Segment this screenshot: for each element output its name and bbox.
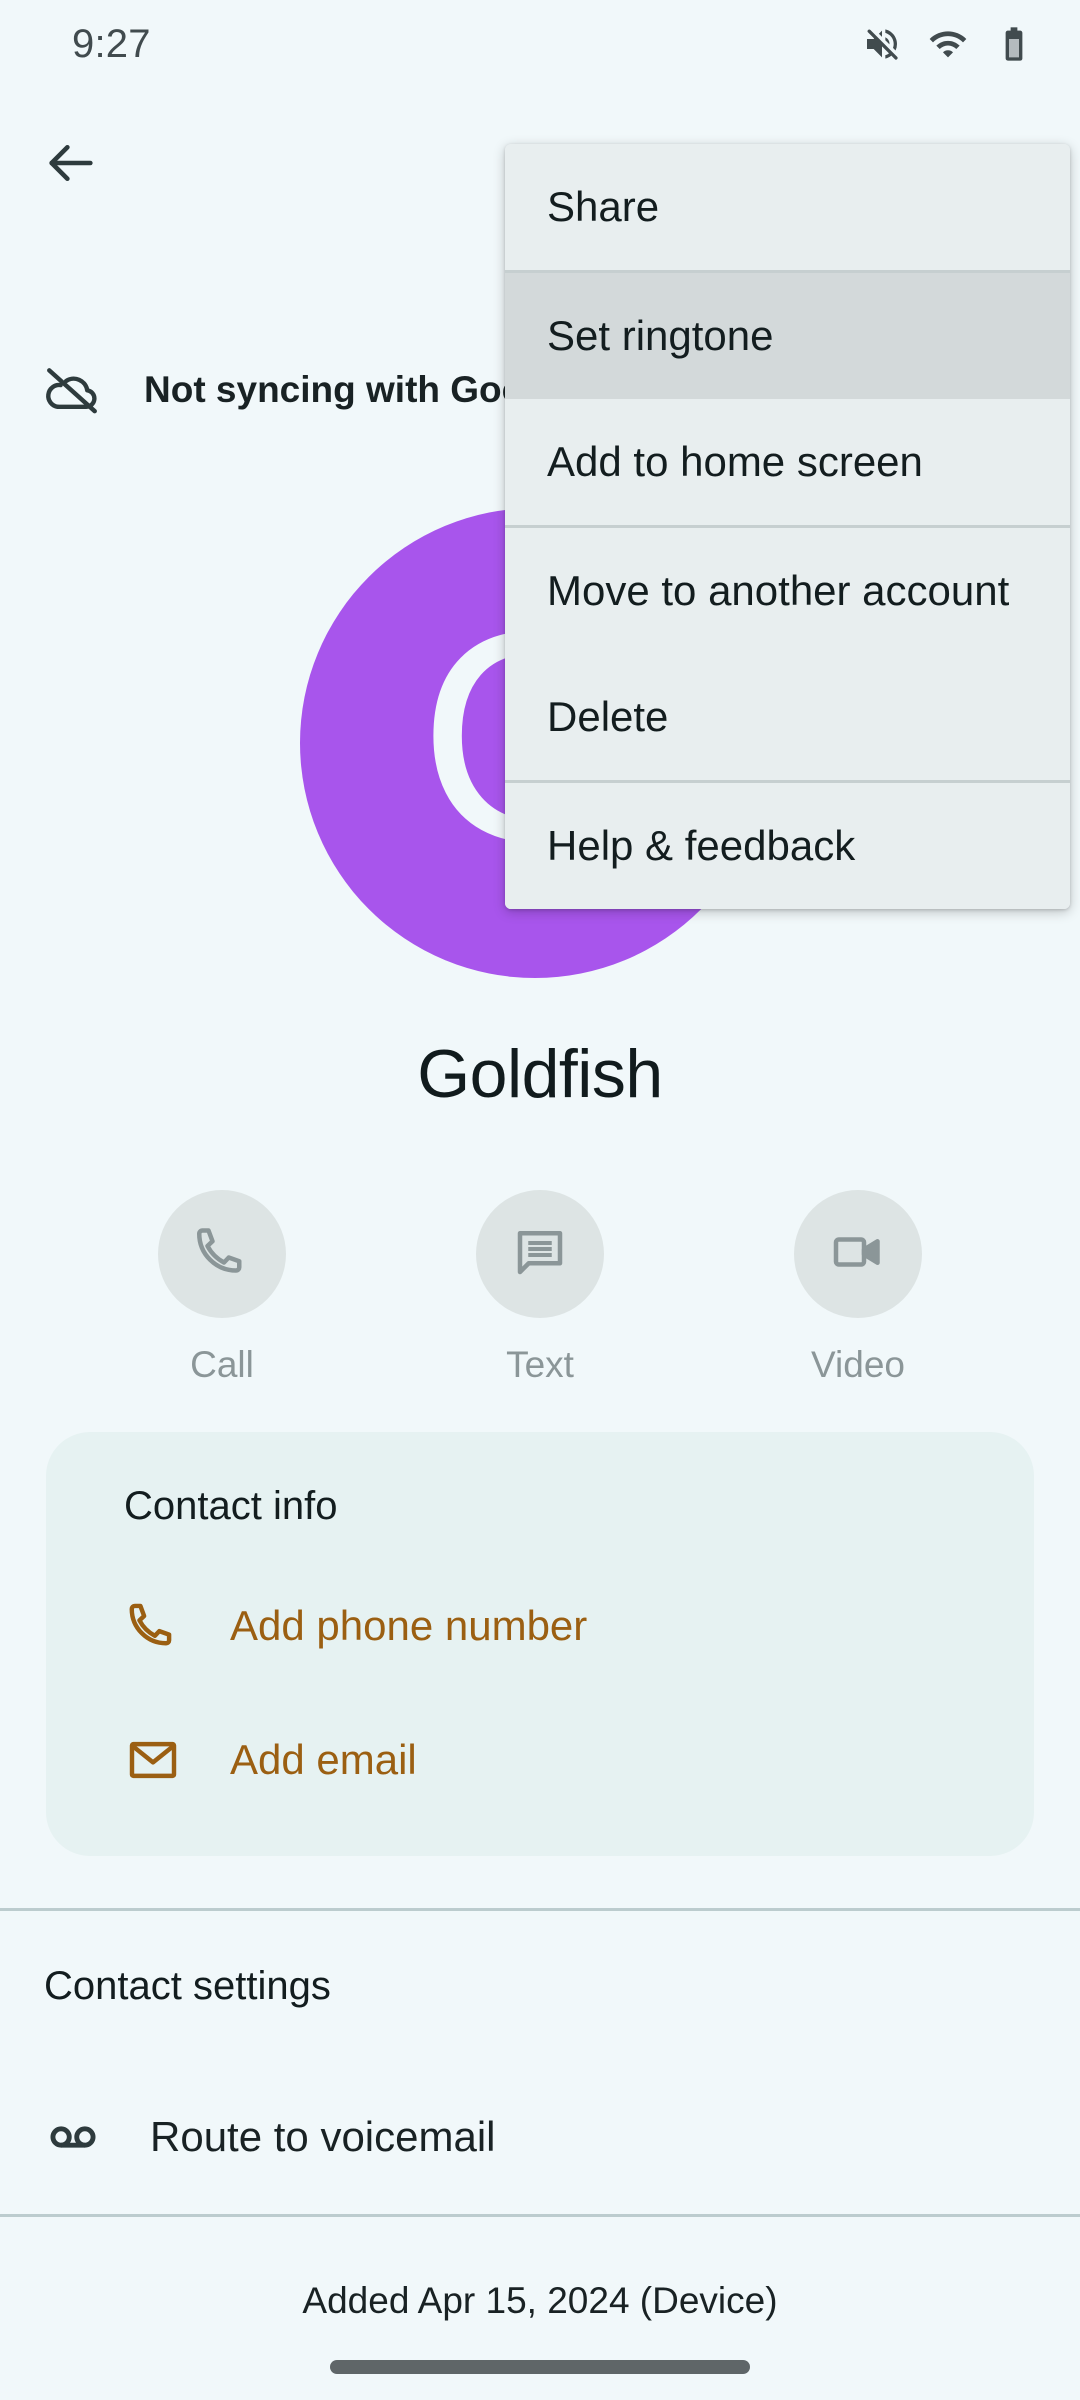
action-video-label: Video bbox=[811, 1344, 905, 1385]
menu-item-help-and-feedback[interactable]: Help & feedback bbox=[505, 783, 1070, 909]
battery-icon bbox=[994, 24, 1034, 64]
home-gesture-pill[interactable] bbox=[330, 2360, 750, 2374]
action-call[interactable]: Call bbox=[118, 1190, 326, 1386]
menu-item-share[interactable]: Share bbox=[505, 144, 1070, 270]
add-phone-number-row[interactable]: Add phone number bbox=[86, 1579, 994, 1673]
add-email-label: Add email bbox=[230, 1736, 417, 1783]
status-clock: 9:27 bbox=[72, 21, 151, 66]
add-email-row[interactable]: Add email bbox=[86, 1713, 994, 1807]
action-text-label: Text bbox=[506, 1344, 574, 1385]
route-to-voicemail-row[interactable]: Route to voicemail bbox=[0, 2085, 1080, 2189]
overflow-menu: Share Set ringtone Add to home screen Mo… bbox=[505, 144, 1070, 909]
quick-actions-row: Call Text Video bbox=[0, 1190, 1080, 1386]
divider-above-contact-settings bbox=[0, 1908, 1080, 1911]
action-call-circle[interactable] bbox=[158, 1190, 286, 1318]
volume-off-icon bbox=[862, 24, 902, 64]
divider-below-contact-settings bbox=[0, 2214, 1080, 2217]
action-video[interactable]: Video bbox=[754, 1190, 962, 1386]
menu-group-4: Help & feedback bbox=[505, 783, 1070, 909]
action-call-label: Call bbox=[190, 1344, 254, 1385]
contact-settings-title: Contact settings bbox=[44, 1964, 331, 2008]
menu-group-2: Set ringtone Add to home screen bbox=[505, 273, 1070, 525]
menu-item-move-to-another-account[interactable]: Move to another account bbox=[505, 528, 1070, 654]
menu-group-3: Move to another account Delete bbox=[505, 528, 1070, 780]
wifi-icon bbox=[928, 24, 968, 64]
voicemail-icon bbox=[38, 2109, 108, 2165]
arrow-back-icon bbox=[42, 134, 100, 197]
contact-details-screen: 9:27 Not syncing with Google Goldfish Ca… bbox=[0, 0, 1080, 2400]
added-date-note: Added Apr 15, 2024 (Device) bbox=[302, 2280, 778, 2321]
phone-icon bbox=[192, 1222, 252, 1287]
message-icon bbox=[510, 1222, 570, 1287]
video-call-icon bbox=[828, 1222, 888, 1287]
cloud-off-icon bbox=[40, 359, 104, 421]
back-button[interactable] bbox=[26, 120, 116, 210]
menu-item-set-ringtone[interactable]: Set ringtone bbox=[505, 273, 1070, 399]
contact-name: Goldfish bbox=[417, 1036, 663, 1112]
contact-info-title: Contact info bbox=[124, 1484, 338, 1528]
menu-item-add-to-home-screen[interactable]: Add to home screen bbox=[505, 399, 1070, 525]
status-bar: 9:27 bbox=[0, 0, 1080, 88]
add-phone-number-label: Add phone number bbox=[230, 1602, 588, 1649]
email-icon bbox=[118, 1732, 188, 1788]
action-text[interactable]: Text bbox=[436, 1190, 644, 1386]
status-icon-group bbox=[862, 24, 1034, 64]
phone-icon bbox=[118, 1598, 188, 1654]
contact-info-card: Contact info Add phone number Add email bbox=[46, 1432, 1034, 1856]
action-video-circle[interactable] bbox=[794, 1190, 922, 1318]
route-to-voicemail-label: Route to voicemail bbox=[150, 2113, 496, 2160]
action-text-circle[interactable] bbox=[476, 1190, 604, 1318]
menu-group-1: Share bbox=[505, 144, 1070, 270]
menu-item-delete[interactable]: Delete bbox=[505, 654, 1070, 780]
